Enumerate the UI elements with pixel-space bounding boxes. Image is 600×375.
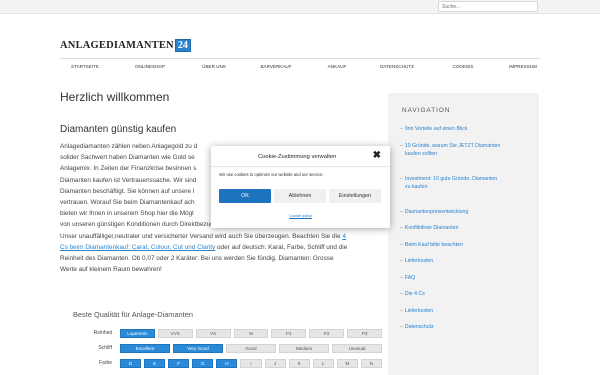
cookie-consent-dialog: Cookie-Zustimmung verwalten ✖ Wir use co… <box>211 146 390 228</box>
close-icon[interactable]: ✖ <box>373 150 381 161</box>
cookie-overlay: Cookie-Zustimmung verwalten ✖ Wir use co… <box>0 0 600 375</box>
cookie-text: Wir use cookies to optimize our website … <box>219 172 324 177</box>
cookie-title: Cookie-Zustimmung verwalten <box>258 154 337 160</box>
accept-button[interactable]: OK <box>219 189 271 203</box>
settings-button[interactable]: Einstellungen <box>329 189 381 203</box>
divider <box>211 166 390 167</box>
cookie-policy-link[interactable]: Cookie policy <box>211 214 390 218</box>
deny-button[interactable]: Ablehnen <box>274 189 326 203</box>
